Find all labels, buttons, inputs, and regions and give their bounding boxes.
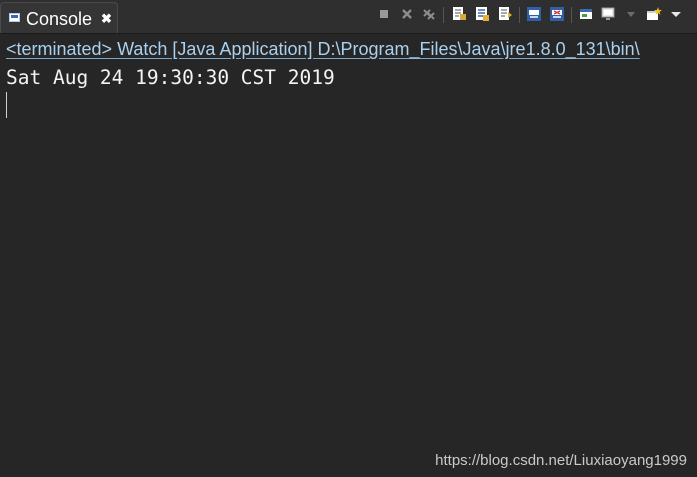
show-on-stdout-icon[interactable] (525, 5, 543, 23)
close-icon[interactable]: ✖ (101, 11, 112, 27)
process-status-header: <terminated> Watch [Java Application] D:… (6, 39, 640, 59)
open-console-icon[interactable] (645, 5, 663, 23)
word-wrap-icon[interactable] (496, 5, 514, 23)
console-toolbar (373, 5, 689, 25)
console-tab-bar: Console ✖ (0, 0, 697, 34)
clear-console-icon[interactable] (450, 5, 468, 23)
terminate-icon[interactable] (375, 5, 393, 23)
remove-launch-icon[interactable] (398, 5, 416, 23)
console-icon (9, 13, 20, 22)
watermark-text: https://blog.csdn.net/Liuxiaoyang1999 (435, 452, 687, 469)
display-selected-console-icon[interactable] (599, 5, 617, 23)
console-tab-label: Console (26, 9, 93, 29)
console-output-line[interactable]: Sat Aug 24 19:30:30 CST 2019 (6, 66, 335, 89)
text-caret (6, 92, 7, 118)
dropdown-arrow-icon[interactable] (622, 5, 640, 23)
view-menu-icon[interactable] (667, 5, 685, 23)
scroll-lock-icon[interactable] (473, 5, 491, 23)
pin-console-icon[interactable] (577, 5, 595, 23)
console-tab[interactable]: Console ✖ (0, 2, 118, 33)
show-on-stderr-icon[interactable] (548, 5, 566, 23)
remove-all-terminated-icon[interactable] (420, 5, 438, 23)
